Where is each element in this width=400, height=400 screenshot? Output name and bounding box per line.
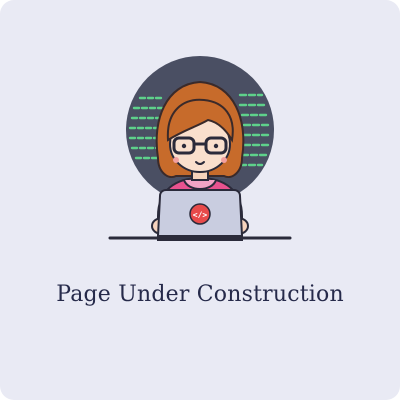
code-brackets-text: </> bbox=[193, 211, 208, 220]
girl-coding-illustration: </> bbox=[108, 56, 292, 241]
page-title: Page Under Construction bbox=[56, 282, 344, 307]
construction-card: </> Page Under Construction bbox=[0, 0, 400, 400]
